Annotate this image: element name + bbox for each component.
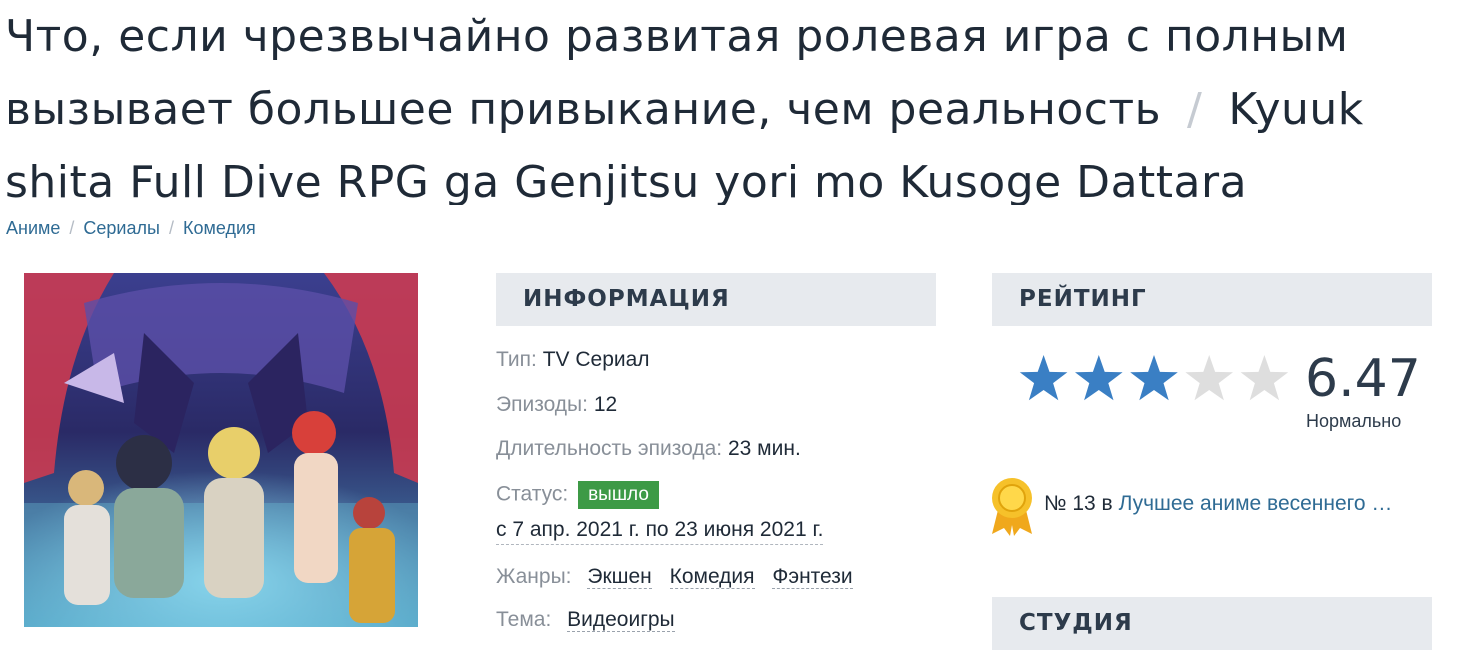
info-duration-value: 23 мин. [727, 437, 801, 460]
status-badge: вышло [578, 481, 659, 509]
info-genres: Жанры: Экшен Комедия Фэнтези [496, 565, 853, 589]
info-episodes-label: Эпизоды: [496, 393, 588, 416]
title-line-2: вызывает большее привыкание, чем реально… [5, 73, 1479, 146]
rank-list-link[interactable]: Лучшее аниме весеннего … [1119, 492, 1393, 515]
studio-heading: СТУДИЯ [992, 597, 1432, 650]
title-line-1: Что, если чрезвычайно развитая ролевая и… [5, 11, 1349, 62]
info-theme: Тема: Видеоигры [496, 608, 675, 632]
info-heading: ИНФОРМАЦИЯ [496, 273, 936, 326]
info-status-label: Статус: [496, 482, 569, 506]
info-type-label: Тип: [496, 348, 537, 371]
info-dates[interactable]: с 7 апр. 2021 г. по 23 июня 2021 г. [496, 518, 824, 545]
breadcrumb-series[interactable]: Сериалы [83, 218, 160, 238]
rank-prefix: № 13 в [1044, 492, 1113, 515]
breadcrumb: Аниме / Сериалы / Комедия [6, 218, 256, 239]
info-genres-label: Жанры: [496, 565, 572, 588]
rating-score-label: Нормально [1306, 411, 1402, 431]
title-original-start: Kyuuk [1228, 84, 1364, 135]
info-theme-label: Тема: [496, 608, 552, 631]
breadcrumb-comedy[interactable]: Комедия [183, 218, 256, 238]
breadcrumb-separator: / [168, 218, 174, 238]
star-empty-icon[interactable] [1185, 355, 1233, 401]
rating-score: 6.47 [1305, 349, 1421, 409]
info-episodes: Эпизоды: 12 [496, 393, 617, 417]
info-type-value: TV Сериал [542, 348, 650, 371]
info-status: Статус: вышло [496, 481, 659, 509]
star-filled-icon[interactable] [1019, 355, 1068, 401]
breadcrumb-separator: / [69, 218, 75, 238]
genre-link-comedy[interactable]: Комедия [669, 565, 755, 589]
title-line-3: shita Full Dive RPG ga Genjitsu yori mo … [5, 157, 1248, 205]
info-type: Тип: TV Сериал [496, 348, 650, 372]
star-empty-icon[interactable] [1240, 355, 1289, 401]
info-duration-label: Длительность эпизода: [496, 437, 723, 460]
star-filled-icon[interactable] [1130, 355, 1178, 401]
rating-heading: РЕЙТИНГ [992, 273, 1432, 326]
rating-rank: № 13 в Лучшее аниме весеннего … [1044, 492, 1392, 516]
genre-link-action[interactable]: Экшен [587, 565, 652, 589]
poster-image[interactable] [24, 273, 418, 627]
theme-link-videogames[interactable]: Видеоигры [567, 608, 675, 632]
info-duration: Длительность эпизода: 23 мин. [496, 437, 801, 461]
title-russian: вызывает большее привыкание, чем реально… [5, 84, 1162, 135]
award-medal-icon [992, 478, 1032, 536]
poster-artwork [24, 273, 418, 627]
title-separator: / [1187, 84, 1203, 135]
page-title: Что, если чрезвычайно развитая ролевая и… [5, 0, 1479, 205]
info-episodes-value: 12 [593, 393, 618, 416]
star-filled-icon[interactable] [1075, 355, 1123, 401]
rating-stars[interactable] [1016, 352, 1292, 408]
genre-link-fantasy[interactable]: Фэнтези [772, 565, 853, 589]
breadcrumb-anime[interactable]: Аниме [6, 218, 60, 238]
